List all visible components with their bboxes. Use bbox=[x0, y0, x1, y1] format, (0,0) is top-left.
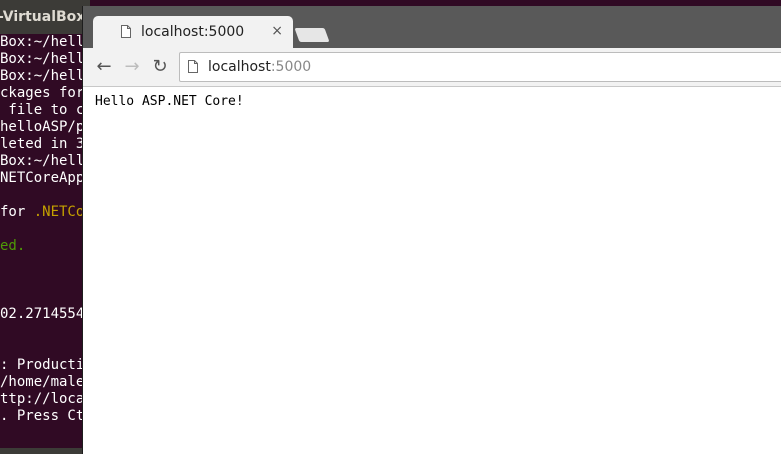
back-arrow-icon[interactable]: ← bbox=[93, 56, 115, 78]
tab-localhost[interactable]: localhost:5000 × bbox=[93, 16, 293, 48]
page-body-text: Hello ASP.NET Core! bbox=[95, 94, 244, 109]
terminal-line: NETCoreApp bbox=[0, 170, 85, 186]
terminal-line: /home/male bbox=[0, 374, 85, 390]
terminal-line: Box:~/hell bbox=[0, 34, 85, 50]
terminal-line: file to c bbox=[0, 102, 85, 118]
terminal-line: leted in 3 bbox=[0, 136, 85, 152]
close-tab-icon[interactable]: × bbox=[271, 21, 283, 41]
tab-title: localhost:5000 bbox=[141, 24, 245, 40]
terminal-line: for .NETCo bbox=[0, 204, 85, 220]
page-icon bbox=[121, 25, 131, 38]
terminal-line: : Producti bbox=[0, 357, 85, 373]
terminal-output: Box:~/hell Box:~/hell Box:~/hell ckages for… bbox=[0, 34, 90, 425]
browser-toolbar: ← → ↻ localhost:5000 bbox=[83, 48, 781, 87]
browser-window: localhost:5000 × ← → ↻ localhost:5000 He… bbox=[82, 6, 781, 454]
new-tab-button[interactable] bbox=[294, 28, 330, 42]
page-icon bbox=[188, 60, 198, 73]
terminal-bottom-bar bbox=[0, 448, 90, 454]
terminal-line: ttp://loca bbox=[0, 391, 85, 407]
forward-arrow-icon[interactable]: → bbox=[121, 56, 143, 78]
tab-strip: localhost:5000 × bbox=[83, 6, 781, 48]
terminal-line: Box:~/hell bbox=[0, 153, 85, 169]
terminal-title: -VirtualBox bbox=[0, 0, 90, 34]
terminal-line: Box:~/hell bbox=[0, 68, 85, 84]
page-content: Hello ASP.NET Core! bbox=[83, 87, 781, 454]
url-host: localhost bbox=[208, 59, 271, 75]
terminal-line: . Press Ct bbox=[0, 408, 85, 424]
reload-icon[interactable]: ↻ bbox=[149, 56, 171, 78]
terminal-line: ckages for bbox=[0, 85, 85, 101]
terminal-line: Box:~/hell bbox=[0, 51, 85, 67]
terminal-line: 02.2714554 bbox=[0, 306, 85, 322]
address-text: localhost:5000 bbox=[208, 57, 311, 77]
address-bar[interactable]: localhost:5000 bbox=[179, 52, 781, 82]
url-port: :5000 bbox=[270, 59, 312, 75]
terminal-window[interactable]: -VirtualBox Box:~/hell Box:~/hell Box:~/he… bbox=[0, 0, 90, 454]
terminal-line: ed. bbox=[0, 238, 26, 254]
terminal-line: helloASP/p bbox=[0, 119, 85, 135]
